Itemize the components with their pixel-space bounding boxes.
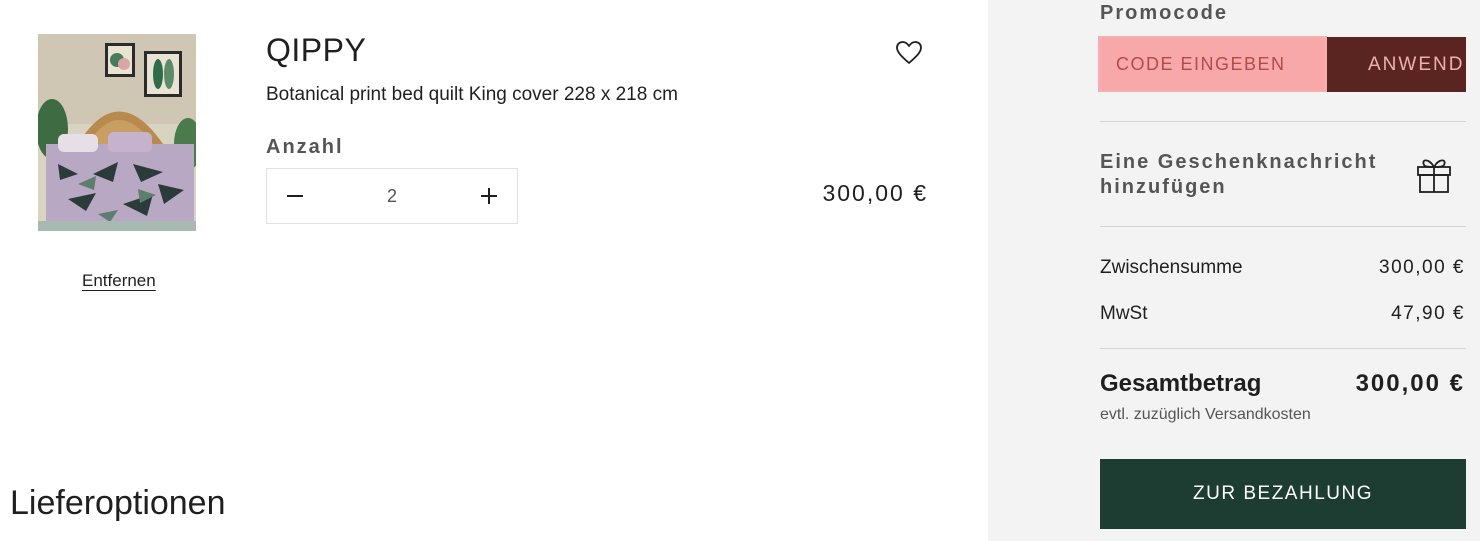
promo-code-label: Promocode [1100,2,1229,24]
decrease-quantity-button[interactable] [283,184,307,208]
quantity-label: Anzahl [266,136,344,158]
product-image[interactable] [38,34,196,231]
gift-icon[interactable] [1415,154,1453,194]
shipping-note: evtl. zuzüglich Versandkosten [1100,406,1311,423]
minus-icon [287,195,303,197]
add-gift-message-link[interactable]: Eine Geschenknachricht hinzufügen [1100,150,1380,200]
subtotal-label: Zwischensumme [1100,257,1243,278]
divider [1100,226,1466,227]
checkout-button[interactable]: ZUR BEZAHLUNG [1100,459,1466,529]
total-label: Gesamtbetrag [1100,370,1262,397]
heart-icon [896,41,922,64]
item-price: 300,00 € [822,180,928,206]
product-name[interactable]: Botanical print bed quilt King cover 228… [266,84,678,106]
promo-code-input[interactable] [1098,36,1327,92]
vat-value: 47,90 € [1391,303,1465,324]
wishlist-button[interactable] [895,40,923,66]
plus-icon [481,188,497,204]
order-summary-panel: Promocode ANWENDEN Eine Geschenknachrich… [988,0,1480,541]
increase-quantity-button[interactable] [477,184,501,208]
remove-item-link[interactable]: Entfernen [82,271,156,291]
subtotal-value: 300,00 € [1379,257,1465,278]
quantity-input[interactable] [372,185,412,207]
delivery-options-heading: Lieferoptionen [10,484,226,522]
bedroom-product-photo [38,34,196,231]
divider [1100,121,1466,122]
quantity-stepper [266,168,518,224]
divider [1100,348,1466,349]
total-value: 300,00 € [1355,370,1465,397]
apply-promo-button[interactable]: ANWENDEN [1327,37,1466,92]
vat-label: MwSt [1100,303,1148,324]
product-brand: QIPPY [266,32,367,68]
